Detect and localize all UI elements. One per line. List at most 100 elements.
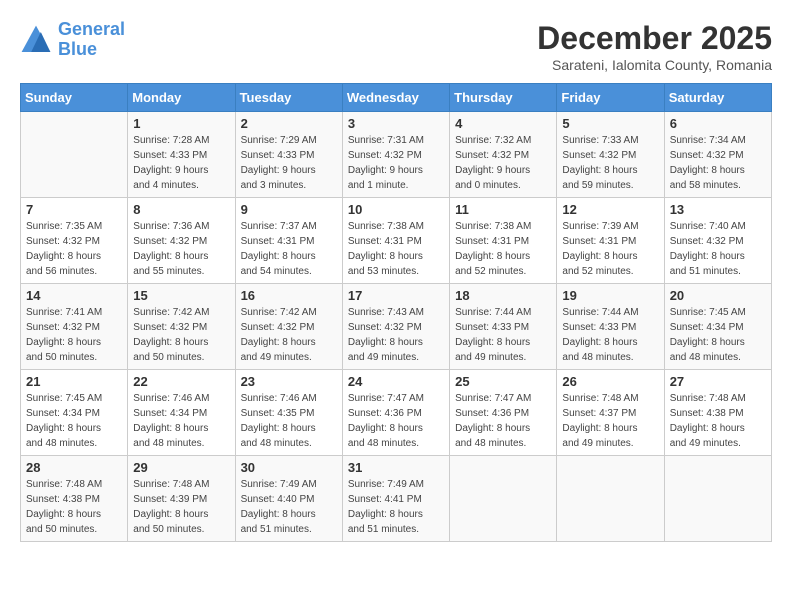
calendar-cell: [21, 112, 128, 198]
calendar-cell: 14 Sunrise: 7:41 AMSunset: 4:32 PMDayligh…: [21, 284, 128, 370]
week-row-2: 7Sunrise: 7:35 AMSunset: 4:32 PMDaylight…: [21, 198, 772, 284]
logo: General Blue: [20, 20, 125, 60]
day-number: 11: [455, 202, 551, 217]
day-number: 27: [670, 374, 766, 389]
day-number: 13: [670, 202, 766, 217]
calendar-table: SundayMondayTuesdayWednesdayThursdayFrid…: [20, 83, 772, 542]
day-info: Sunrise: 7:35 AMSunset: 4:32 PMDaylight:…: [26, 219, 122, 279]
day-info: Sunrise: 7:32 AMSunset: 4:32 PMDaylight:…: [455, 133, 551, 193]
day-number: 15: [133, 288, 229, 303]
location-subtitle: Sarateni, Ialomita County, Romania: [537, 57, 772, 73]
header-saturday: Saturday: [664, 84, 771, 112]
day-number: 4: [455, 116, 551, 131]
week-row-1: 1 Sunrise: 7:28 AMSunset: 4:33 PMDaylight…: [21, 112, 772, 198]
header-friday: Friday: [557, 84, 664, 112]
calendar-cell: 12Sunrise: 7:39 AMSunset: 4:31 PMDayligh…: [557, 198, 664, 284]
day-info: Sunrise: 7:47 AMSunset: 4:36 PMDaylight:…: [348, 391, 444, 451]
logo-icon: [20, 24, 52, 56]
day-number: 26: [562, 374, 658, 389]
week-row-5: 28 Sunrise: 7:48 AMSunset: 4:38 PMDayligh…: [21, 456, 772, 542]
day-number: 19: [562, 288, 658, 303]
calendar-cell: 19 Sunrise: 7:44 AMSunset: 4:33 PMDayligh…: [557, 284, 664, 370]
calendar-cell: 15 Sunrise: 7:42 AMSunset: 4:32 PMDayligh…: [128, 284, 235, 370]
day-number: 1: [133, 116, 229, 131]
calendar-cell: 5Sunrise: 7:33 AMSunset: 4:32 PMDaylight…: [557, 112, 664, 198]
day-number: 5: [562, 116, 658, 131]
calendar-cell: 31 Sunrise: 7:49 AMSunset: 4:41 PMDayligh…: [342, 456, 449, 542]
day-info: Sunrise: 7:45 AMSunset: 4:34 PMDaylight:…: [26, 391, 122, 451]
day-number: 6: [670, 116, 766, 131]
page-header: General Blue December 2025 Sarateni, Ial…: [20, 20, 772, 73]
day-number: 16: [241, 288, 337, 303]
day-info: Sunrise: 7:31 AMSunset: 4:32 PMDaylight:…: [348, 133, 444, 193]
day-info: Sunrise: 7:34 AMSunset: 4:32 PMDaylight:…: [670, 133, 766, 193]
calendar-cell: 26 Sunrise: 7:48 AMSunset: 4:37 PMDayligh…: [557, 370, 664, 456]
day-number: 30: [241, 460, 337, 475]
calendar-cell: 25 Sunrise: 7:47 AMSunset: 4:36 PMDayligh…: [450, 370, 557, 456]
calendar-cell: 24Sunrise: 7:47 AMSunset: 4:36 PMDayligh…: [342, 370, 449, 456]
calendar-cell: [450, 456, 557, 542]
calendar-cell: 29Sunrise: 7:48 AMSunset: 4:39 PMDayligh…: [128, 456, 235, 542]
day-info: Sunrise: 7:48 AMSunset: 4:37 PMDaylight:…: [562, 391, 658, 451]
day-number: 28: [26, 460, 122, 475]
calendar-cell: 9 Sunrise: 7:37 AMSunset: 4:31 PMDaylight…: [235, 198, 342, 284]
day-number: 21: [26, 374, 122, 389]
day-number: 14: [26, 288, 122, 303]
calendar-cell: 2 Sunrise: 7:29 AMSunset: 4:33 PMDaylight…: [235, 112, 342, 198]
calendar-cell: 17 Sunrise: 7:43 AMSunset: 4:32 PMDayligh…: [342, 284, 449, 370]
day-number: 25: [455, 374, 551, 389]
calendar-cell: 13 Sunrise: 7:40 AMSunset: 4:32 PMDayligh…: [664, 198, 771, 284]
day-number: 8: [133, 202, 229, 217]
day-info: Sunrise: 7:44 AMSunset: 4:33 PMDaylight:…: [562, 305, 658, 365]
day-info: Sunrise: 7:40 AMSunset: 4:32 PMDaylight:…: [670, 219, 766, 279]
day-info: Sunrise: 7:47 AMSunset: 4:36 PMDaylight:…: [455, 391, 551, 451]
logo-line2: Blue: [58, 39, 97, 59]
header-thursday: Thursday: [450, 84, 557, 112]
day-number: 10: [348, 202, 444, 217]
day-info: Sunrise: 7:29 AMSunset: 4:33 PMDaylight:…: [241, 133, 337, 193]
day-info: Sunrise: 7:43 AMSunset: 4:32 PMDaylight:…: [348, 305, 444, 365]
day-info: Sunrise: 7:38 AMSunset: 4:31 PMDaylight:…: [348, 219, 444, 279]
calendar-cell: 16 Sunrise: 7:42 AMSunset: 4:32 PMDayligh…: [235, 284, 342, 370]
day-number: 3: [348, 116, 444, 131]
day-info: Sunrise: 7:28 AMSunset: 4:33 PMDaylight:…: [133, 133, 229, 193]
day-number: 31: [348, 460, 444, 475]
month-title: December 2025: [537, 20, 772, 57]
calendar-cell: 1 Sunrise: 7:28 AMSunset: 4:33 PMDaylight…: [128, 112, 235, 198]
day-info: Sunrise: 7:49 AMSunset: 4:41 PMDaylight:…: [348, 477, 444, 537]
calendar-cell: 10 Sunrise: 7:38 AMSunset: 4:31 PMDayligh…: [342, 198, 449, 284]
calendar-cell: 8Sunrise: 7:36 AMSunset: 4:32 PMDaylight…: [128, 198, 235, 284]
calendar-cell: 7Sunrise: 7:35 AMSunset: 4:32 PMDaylight…: [21, 198, 128, 284]
calendar-cell: 22 Sunrise: 7:46 AMSunset: 4:34 PMDayligh…: [128, 370, 235, 456]
day-info: Sunrise: 7:41 AMSunset: 4:32 PMDaylight:…: [26, 305, 122, 365]
day-info: Sunrise: 7:46 AMSunset: 4:34 PMDaylight:…: [133, 391, 229, 451]
week-row-3: 14 Sunrise: 7:41 AMSunset: 4:32 PMDayligh…: [21, 284, 772, 370]
calendar-cell: 28 Sunrise: 7:48 AMSunset: 4:38 PMDayligh…: [21, 456, 128, 542]
day-number: 29: [133, 460, 229, 475]
calendar-cell: 27 Sunrise: 7:48 AMSunset: 4:38 PMDayligh…: [664, 370, 771, 456]
day-info: Sunrise: 7:38 AMSunset: 4:31 PMDaylight:…: [455, 219, 551, 279]
day-info: Sunrise: 7:42 AMSunset: 4:32 PMDaylight:…: [241, 305, 337, 365]
week-row-4: 21 Sunrise: 7:45 AMSunset: 4:34 PMDayligh…: [21, 370, 772, 456]
day-number: 2: [241, 116, 337, 131]
day-number: 23: [241, 374, 337, 389]
calendar-cell: 23Sunrise: 7:46 AMSunset: 4:35 PMDayligh…: [235, 370, 342, 456]
calendar-cell: [664, 456, 771, 542]
day-number: 17: [348, 288, 444, 303]
title-area: December 2025 Sarateni, Ialomita County,…: [537, 20, 772, 73]
day-info: Sunrise: 7:48 AMSunset: 4:38 PMDaylight:…: [670, 391, 766, 451]
calendar-cell: 4 Sunrise: 7:32 AMSunset: 4:32 PMDaylight…: [450, 112, 557, 198]
logo-text: General Blue: [58, 20, 125, 60]
header-sunday: Sunday: [21, 84, 128, 112]
day-number: 20: [670, 288, 766, 303]
day-info: Sunrise: 7:48 AMSunset: 4:38 PMDaylight:…: [26, 477, 122, 537]
day-number: 22: [133, 374, 229, 389]
calendar-cell: 18Sunrise: 7:44 AMSunset: 4:33 PMDayligh…: [450, 284, 557, 370]
day-number: 9: [241, 202, 337, 217]
header-monday: Monday: [128, 84, 235, 112]
header-row: SundayMondayTuesdayWednesdayThursdayFrid…: [21, 84, 772, 112]
calendar-cell: 21 Sunrise: 7:45 AMSunset: 4:34 PMDayligh…: [21, 370, 128, 456]
calendar-cell: 11 Sunrise: 7:38 AMSunset: 4:31 PMDayligh…: [450, 198, 557, 284]
day-info: Sunrise: 7:37 AMSunset: 4:31 PMDaylight:…: [241, 219, 337, 279]
day-info: Sunrise: 7:42 AMSunset: 4:32 PMDaylight:…: [133, 305, 229, 365]
